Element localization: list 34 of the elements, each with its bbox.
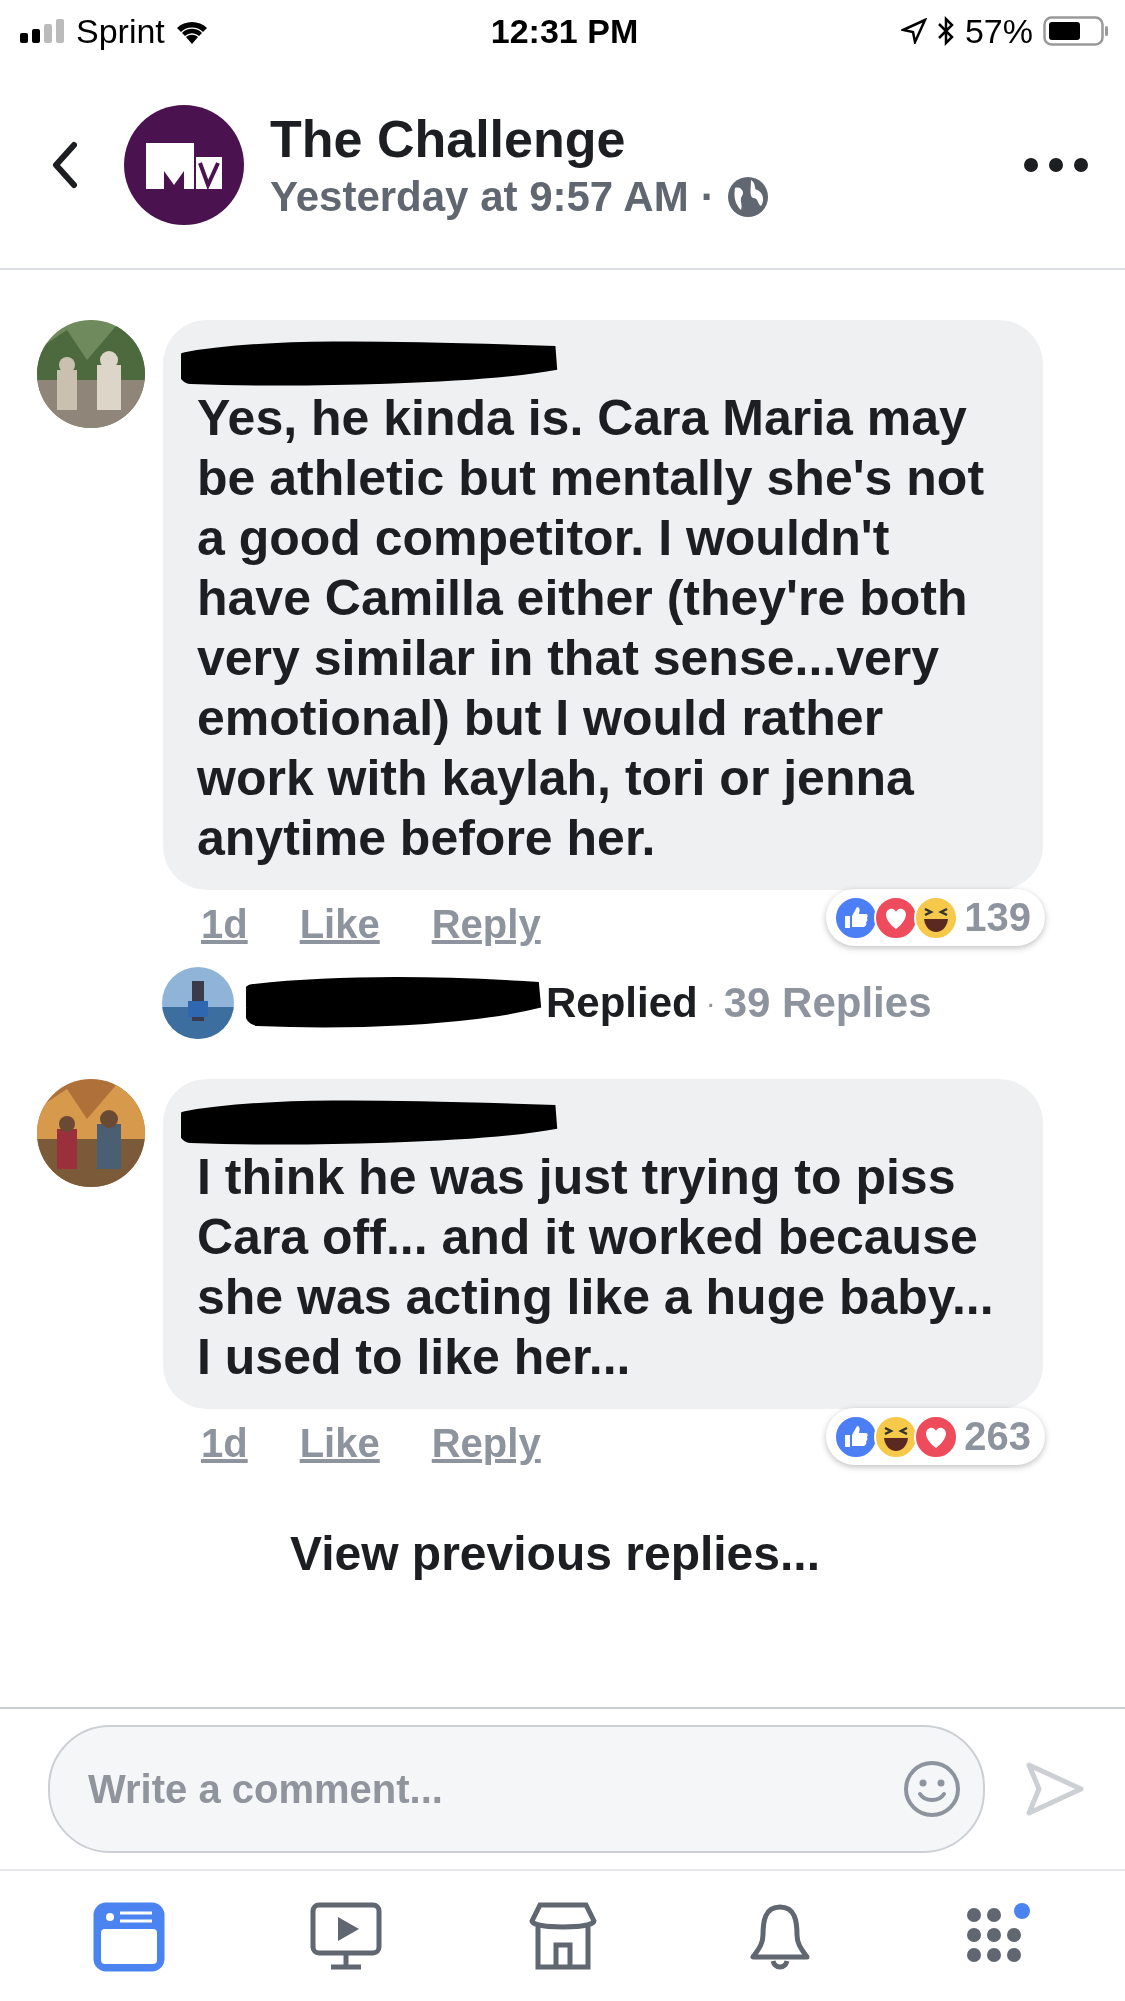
separator-dot: · xyxy=(700,173,715,221)
reaction-summary[interactable]: 139 xyxy=(826,889,1045,946)
battery-icon xyxy=(1043,16,1109,46)
clock-time: 12:31 PM xyxy=(490,11,639,51)
replied-label[interactable]: Replied xyxy=(546,979,698,1027)
comment-text: I think he was just trying to piss Cara off... and it worked because she was acting like a huge baby... I used to like her... xyxy=(197,1148,995,1387)
reply-link[interactable]: Reply xyxy=(431,1421,541,1466)
separator-dot: · xyxy=(705,986,716,1020)
location-icon xyxy=(900,18,927,44)
page-logo-icon xyxy=(124,105,244,225)
more-icon[interactable] xyxy=(1023,157,1089,173)
reaction-count: 139 xyxy=(964,895,1031,940)
comment-age[interactable]: 1d xyxy=(201,902,248,947)
back-icon[interactable] xyxy=(50,141,80,189)
comment-age[interactable]: 1d xyxy=(201,1421,248,1466)
reaction-summary[interactable]: 263 xyxy=(826,1408,1045,1465)
bluetooth-icon xyxy=(936,16,955,46)
laughing-face-icon xyxy=(914,895,959,940)
carrier-name: Sprint xyxy=(76,11,165,51)
like-link[interactable]: Like xyxy=(299,902,380,947)
post-timestamp: Yesterday at 9:57 AM xyxy=(270,173,689,221)
replies-count[interactable]: 39 Replies xyxy=(723,979,932,1027)
reply-link[interactable]: Reply xyxy=(431,902,541,947)
signal-icon xyxy=(20,19,66,43)
comment-field[interactable]: Write a comment... xyxy=(48,1725,985,1853)
like-link[interactable]: Like xyxy=(299,1421,380,1466)
globe-icon xyxy=(726,176,769,218)
page-title: The Challenge xyxy=(270,109,627,169)
reaction-count: 263 xyxy=(964,1414,1031,1459)
comment-text: Yes, he kinda is. Cara Maria may be athletic but mentally she's not a good competitor. I wouldn't have Camilla either (they're both very similar in that sense...very emotional) but I would rather work with kaylah, tori or jenna anytime before her. xyxy=(197,389,986,868)
smiley-icon[interactable] xyxy=(903,1760,961,1818)
battery-percent: 57% xyxy=(964,11,1033,51)
view-previous-replies-link[interactable]: View previous replies... xyxy=(290,1526,1125,1581)
comment-input-field[interactable]: Write a comment... xyxy=(86,1765,903,1813)
